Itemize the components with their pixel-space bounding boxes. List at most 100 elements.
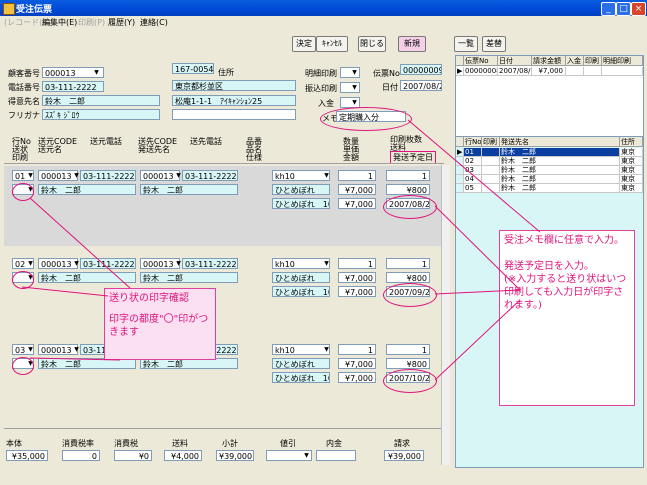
- ship-cell[interactable]: 東京: [620, 184, 643, 193]
- history-cell[interactable]: [566, 67, 584, 76]
- col-amount: 金額: [343, 153, 359, 162]
- menu-contact[interactable]: 連絡(C): [140, 17, 168, 28]
- order-line: 01 ▼ ▼ 000013 ▼ 03-111-2222 鈴木 二郎 000013…: [4, 166, 444, 216]
- from-phone-field[interactable]: 03-111-2222: [80, 170, 136, 181]
- qty-field[interactable]: 1: [338, 344, 376, 355]
- discount-label: 値引: [280, 439, 296, 448]
- row-pointer-icon[interactable]: ▶: [456, 148, 464, 157]
- tax-rate-field[interactable]: 0: [62, 450, 100, 461]
- phone-field[interactable]: 03-111-2222: [42, 81, 104, 92]
- ship-cell[interactable]: 鈴木 二郎: [500, 184, 620, 193]
- row-selector[interactable]: [456, 175, 464, 184]
- history-cell[interactable]: [602, 67, 643, 76]
- spec-field[interactable]: ひとめぼれ 10kg: [272, 372, 330, 383]
- unit-price-field[interactable]: ¥7,000: [338, 358, 376, 369]
- ship-cell[interactable]: 03: [464, 166, 482, 175]
- new-button[interactable]: 新規: [398, 36, 426, 52]
- form-scrollbar[interactable]: [441, 165, 450, 465]
- item-name-field[interactable]: ひとめぼれ: [272, 358, 330, 369]
- to-phone-field[interactable]: 03-111-2222: [182, 258, 238, 269]
- close-icon[interactable]: ×: [631, 2, 646, 16]
- address2-field[interactable]: 松庵1-1-1 ｱｲｷｬﾝｼｮﾝ25: [172, 95, 296, 106]
- chevron-down-icon[interactable]: ▼: [26, 344, 35, 355]
- ship-cell[interactable]: [482, 184, 500, 193]
- history-cell[interactable]: [584, 67, 602, 76]
- chevron-down-icon[interactable]: ▼: [350, 67, 359, 78]
- chevron-down-icon[interactable]: ▼: [302, 450, 311, 461]
- deposit-total-field[interactable]: [316, 450, 356, 461]
- order-line: 03 ▼ ▼ 000013 ▼ 03-111-2222 鈴木 二郎 000013…: [4, 340, 444, 390]
- ship-cell[interactable]: 鈴木 二郎: [500, 175, 620, 184]
- minimize-icon[interactable]: _: [601, 2, 616, 16]
- unit-price-field[interactable]: ¥7,000: [338, 272, 376, 283]
- menu-print[interactable]: 印刷(P): [78, 17, 105, 28]
- address3-field[interactable]: [172, 109, 296, 120]
- spec-field[interactable]: ひとめぼれ 10kg: [272, 286, 330, 297]
- ship-cell[interactable]: 鈴木 二郎: [500, 148, 620, 157]
- ship-cell[interactable]: [482, 166, 500, 175]
- ship-date-circle: [383, 283, 437, 307]
- chevron-down-icon[interactable]: ▼: [322, 170, 331, 181]
- chevron-down-icon[interactable]: ▼: [92, 67, 101, 78]
- divider: [4, 428, 444, 429]
- spec-field[interactable]: ひとめぼれ 10kg: [272, 198, 330, 209]
- shipping-field[interactable]: ¥800: [386, 358, 430, 369]
- col-print: 印刷: [12, 153, 28, 162]
- ship-cell[interactable]: 01: [464, 148, 482, 157]
- menu-history[interactable]: 履歴(Y): [108, 17, 135, 28]
- slip-no-field[interactable]: 00000009: [400, 64, 442, 75]
- qty-field[interactable]: 1: [338, 258, 376, 269]
- row-selector[interactable]: [456, 166, 464, 175]
- ship-cell[interactable]: 東京: [620, 166, 643, 175]
- ship-cell[interactable]: [482, 157, 500, 166]
- row-selector[interactable]: [456, 184, 464, 193]
- item-name-field[interactable]: ひとめぼれ: [272, 272, 330, 283]
- ship-cell[interactable]: 04: [464, 175, 482, 184]
- maximize-icon[interactable]: □: [616, 2, 631, 16]
- ship-cell[interactable]: 東京: [620, 175, 643, 184]
- shipping-field[interactable]: ¥800: [386, 184, 430, 195]
- zip-field[interactable]: 167-0054: [172, 63, 214, 74]
- to-phone-field[interactable]: 03-111-2222: [182, 170, 238, 181]
- decide-button[interactable]: 決定: [292, 36, 316, 52]
- row-selector[interactable]: [456, 157, 464, 166]
- col-spec: 仕様: [246, 153, 262, 162]
- ship-cell[interactable]: 鈴木 二郎: [500, 157, 620, 166]
- replace-button[interactable]: 差替: [482, 36, 506, 52]
- to-name-field[interactable]: 鈴木 二郎: [140, 272, 238, 283]
- kana-field[interactable]: ｽｽﾞｷ ｼﾞﾛｳ: [42, 109, 160, 120]
- chevron-down-icon[interactable]: ▼: [322, 258, 331, 269]
- chevron-down-icon[interactable]: ▼: [26, 170, 35, 181]
- ship-cell[interactable]: [482, 175, 500, 184]
- ship-cell[interactable]: 東京: [620, 157, 643, 166]
- history-cell[interactable]: ¥7,000: [532, 67, 566, 76]
- chevron-down-icon[interactable]: ▼: [26, 258, 35, 269]
- cancel-button[interactable]: ｷｬﾝｾﾙ: [316, 36, 348, 52]
- from-name-field[interactable]: 鈴木 二郎: [38, 184, 136, 195]
- list-button[interactable]: 一覧: [454, 36, 478, 52]
- menu-edit[interactable]: 編集中(E): [42, 17, 77, 28]
- address1-field[interactable]: 東京都杉並区: [172, 80, 296, 91]
- ship-cell[interactable]: [482, 148, 500, 157]
- to-name-field[interactable]: 鈴木 二郎: [140, 184, 238, 195]
- chevron-down-icon[interactable]: ▼: [322, 344, 331, 355]
- ship-cell[interactable]: 東京: [620, 148, 643, 157]
- chevron-down-icon[interactable]: ▼: [350, 82, 359, 93]
- print-copies-field[interactable]: 1: [386, 258, 430, 269]
- unit-price-field[interactable]: ¥7,000: [338, 184, 376, 195]
- item-name-field[interactable]: ひとめぼれ: [272, 184, 330, 195]
- from-name-field[interactable]: 鈴木 二郎: [38, 272, 136, 283]
- close-button[interactable]: 閉じる: [358, 36, 386, 52]
- ship-cell[interactable]: 鈴木 二郎: [500, 166, 620, 175]
- date-field[interactable]: 2007/08/24: [400, 80, 442, 91]
- print-copies-field[interactable]: 1: [386, 344, 430, 355]
- ship-cell[interactable]: 05: [464, 184, 482, 193]
- history-cell[interactable]: 00000008: [464, 67, 498, 76]
- bill-name-field[interactable]: 鈴木 二郎: [42, 95, 160, 106]
- shipping-field[interactable]: ¥800: [386, 272, 430, 283]
- print-copies-field[interactable]: 1: [386, 170, 430, 181]
- from-phone-field[interactable]: 03-111-2222: [80, 258, 136, 269]
- ship-cell[interactable]: 02: [464, 157, 482, 166]
- history-cell[interactable]: 2007/08/25: [498, 67, 532, 76]
- qty-field[interactable]: 1: [338, 170, 376, 181]
